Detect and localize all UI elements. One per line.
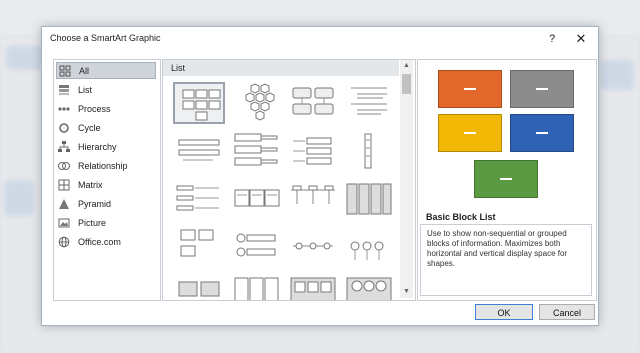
layout-thumbnail[interactable] — [287, 130, 339, 172]
gallery-header: List — [163, 60, 399, 76]
preview-description: Use to show non-sequential or grouped bl… — [427, 229, 568, 268]
category-label: Pyramid — [78, 198, 112, 209]
layout-thumbnail[interactable] — [343, 274, 395, 300]
category-matrix[interactable]: Matrix — [56, 176, 156, 193]
category-label: List — [78, 84, 93, 95]
category-relationship[interactable]: Relationship — [56, 157, 156, 174]
pyramid-icon — [58, 198, 70, 210]
matrix-icon — [58, 179, 70, 191]
preview-block-yellow — [438, 114, 502, 152]
gallery-scrollbar[interactable]: ▲ ▼ — [400, 60, 413, 298]
cancel-button[interactable]: Cancel — [539, 304, 595, 320]
globe-icon — [58, 236, 70, 248]
grid-icon — [59, 65, 71, 77]
category-label: Cycle — [78, 122, 101, 133]
category-cycle[interactable]: Cycle — [56, 119, 156, 136]
picture-icon — [58, 217, 70, 229]
layout-thumbnail[interactable] — [343, 178, 395, 220]
preview-pane: Basic Block List Use to show non-sequent… — [417, 59, 597, 301]
layout-thumbnail[interactable] — [343, 226, 395, 268]
layout-thumbnail[interactable] — [173, 226, 225, 268]
relationship-icon — [58, 160, 70, 172]
category-hierarchy[interactable]: Hierarchy — [56, 138, 156, 155]
category-picture[interactable]: Picture — [56, 214, 156, 231]
layout-thumbnail[interactable] — [287, 178, 339, 220]
background-blob — [4, 180, 34, 216]
title-bar: Choose a SmartArt Graphic ? ✕ — [42, 27, 598, 51]
layout-thumbnail[interactable] — [343, 82, 395, 124]
layout-thumbnail[interactable] — [231, 178, 283, 220]
layout-thumbnail[interactable] — [287, 82, 339, 124]
hierarchy-icon — [58, 140, 70, 153]
help-button[interactable]: ? — [541, 29, 563, 49]
category-office-com[interactable]: Office.com — [56, 233, 156, 250]
category-label: Process — [78, 103, 111, 114]
preview-title: Basic Block List — [426, 212, 496, 222]
ok-button[interactable]: OK — [475, 304, 533, 320]
layout-thumbnail[interactable] — [173, 178, 225, 220]
layout-thumbnail-basic-block-list[interactable] — [173, 82, 225, 124]
layout-gallery: List ▲ ▼ — [162, 59, 416, 301]
category-label: Hierarchy — [78, 141, 117, 152]
layout-thumbnail[interactable] — [231, 130, 283, 172]
preview-block-green — [474, 160, 538, 198]
preview-block-orange — [438, 70, 502, 108]
category-list-item[interactable]: List — [56, 81, 156, 98]
close-button[interactable]: ✕ — [569, 29, 593, 49]
cycle-icon — [58, 122, 70, 134]
background-blob — [6, 46, 46, 70]
layout-thumbnail[interactable] — [173, 274, 225, 300]
layout-thumbnail[interactable] — [287, 226, 339, 268]
category-all[interactable]: All — [56, 62, 156, 79]
layout-thumbnail[interactable] — [231, 82, 283, 124]
preview-graphic — [418, 60, 596, 210]
scroll-thumb[interactable] — [402, 74, 411, 94]
category-process[interactable]: Process — [56, 100, 156, 117]
preview-block-blue — [510, 114, 574, 152]
layout-thumbnail[interactable] — [343, 130, 395, 172]
category-list: All List Process Cycle Hierarchy Relatio… — [53, 59, 161, 301]
process-icon — [58, 103, 70, 115]
background-blob — [600, 60, 634, 90]
scroll-down-icon[interactable]: ▼ — [400, 286, 413, 298]
category-pyramid[interactable]: Pyramid — [56, 195, 156, 212]
list-icon — [58, 84, 70, 96]
category-label: Relationship — [78, 160, 128, 171]
layout-thumbnail[interactable] — [231, 226, 283, 268]
smartart-dialog: Choose a SmartArt Graphic ? ✕ All List P… — [41, 26, 599, 326]
preview-block-gray — [510, 70, 574, 108]
layout-thumbnail[interactable] — [173, 130, 225, 172]
dialog-title: Choose a SmartArt Graphic — [50, 33, 161, 43]
layout-thumbnail[interactable] — [231, 274, 283, 300]
category-label: Office.com — [78, 236, 121, 247]
layout-thumbnail[interactable] — [287, 274, 339, 300]
category-label: Picture — [78, 217, 107, 228]
category-label: Matrix — [78, 179, 103, 190]
category-label: All — [79, 65, 90, 76]
preview-description-box: Use to show non-sequential or grouped bl… — [420, 224, 592, 296]
scroll-up-icon[interactable]: ▲ — [400, 60, 413, 72]
